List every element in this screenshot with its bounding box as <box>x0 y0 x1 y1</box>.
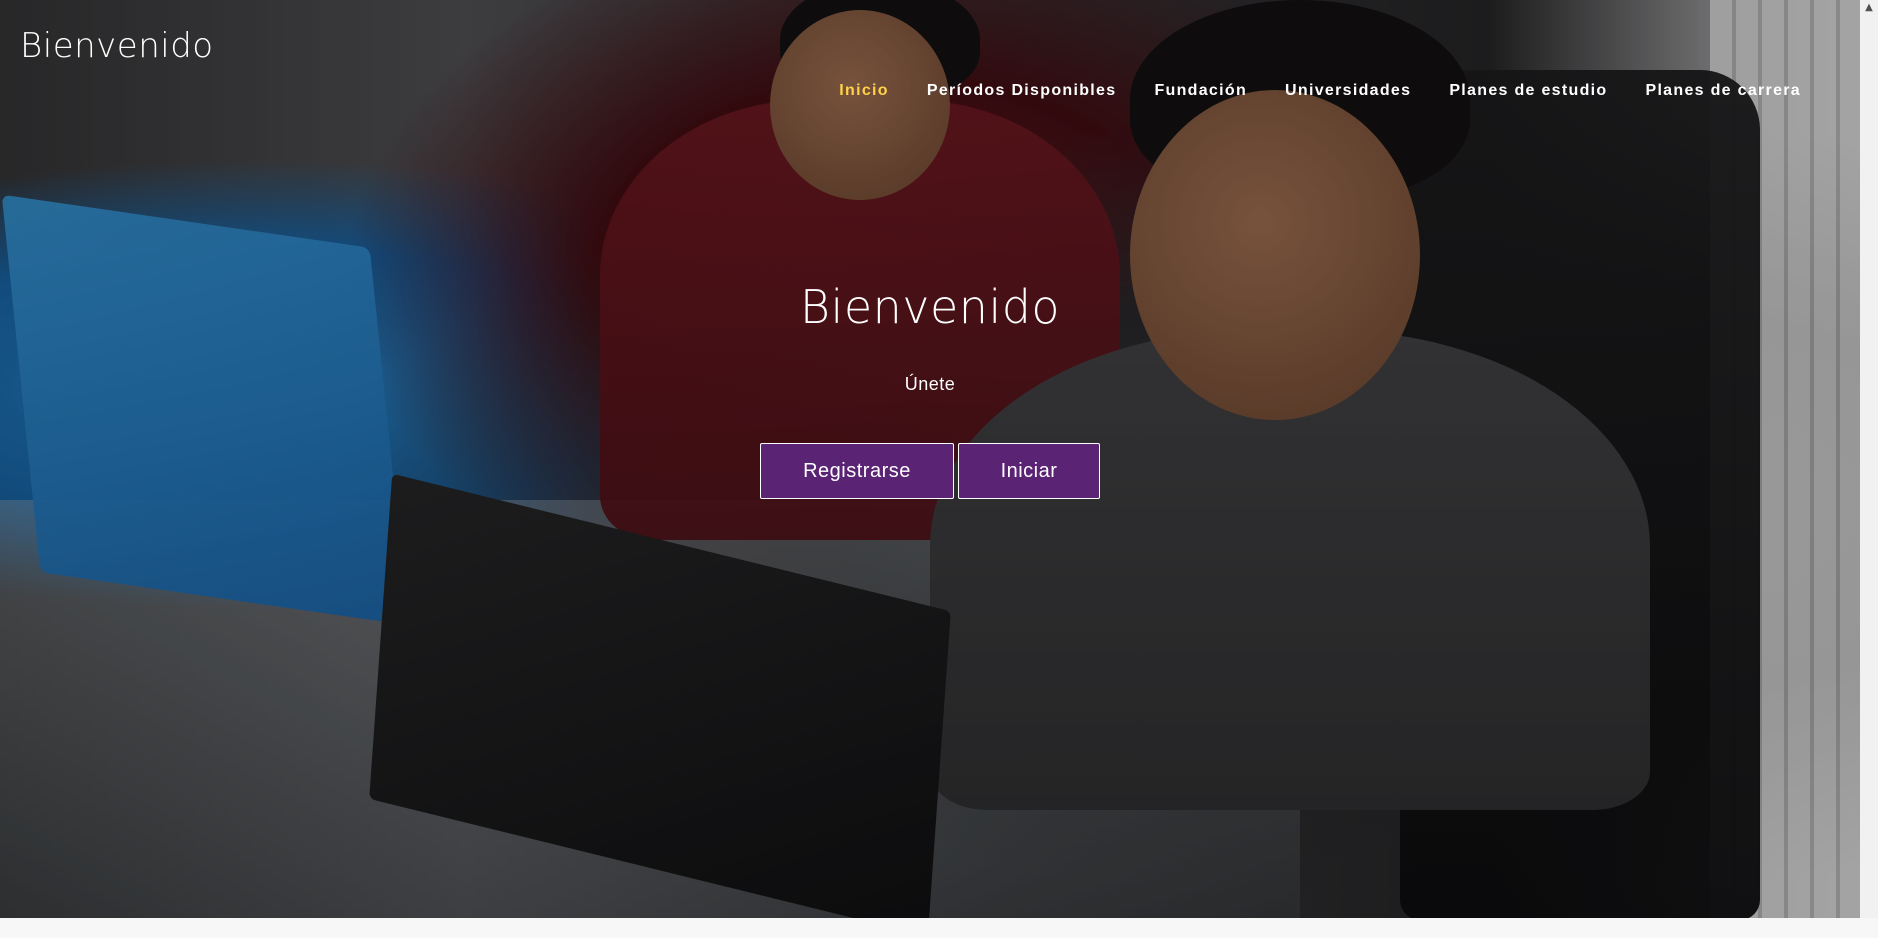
nav-item-periodos-disponibles[interactable]: Períodos Disponibles <box>908 82 1136 100</box>
nav-item-inicio[interactable]: Inicio <box>820 82 908 100</box>
hero-section: Bienvenido Únete Registrarse Iniciar <box>0 280 1860 499</box>
nav-item-planes-de-carrera[interactable]: Planes de carrera <box>1626 82 1820 100</box>
nav-item-planes-de-estudio[interactable]: Planes de estudio <box>1430 82 1626 100</box>
hero-title: Bienvenido <box>799 280 1061 334</box>
bottom-strip <box>0 918 1878 938</box>
login-button[interactable]: Iniciar <box>958 443 1100 499</box>
hero-buttons: Registrarse Iniciar <box>0 443 1860 499</box>
nav-item-universidades[interactable]: Universidades <box>1266 82 1430 100</box>
brand-title[interactable]: Bienvenido <box>20 26 214 66</box>
register-button[interactable]: Registrarse <box>760 443 954 499</box>
chevron-up-icon[interactable]: ▲ <box>1863 2 1875 14</box>
vertical-scrollbar[interactable]: ▲ <box>1860 0 1878 918</box>
hero-subtitle: Únete <box>904 374 956 394</box>
nav-item-fundacion[interactable]: Fundación <box>1135 82 1266 100</box>
main-nav: Inicio Períodos Disponibles Fundación Un… <box>820 82 1820 100</box>
hero-background: Bienvenido Inicio Períodos Disponibles F… <box>0 0 1860 918</box>
